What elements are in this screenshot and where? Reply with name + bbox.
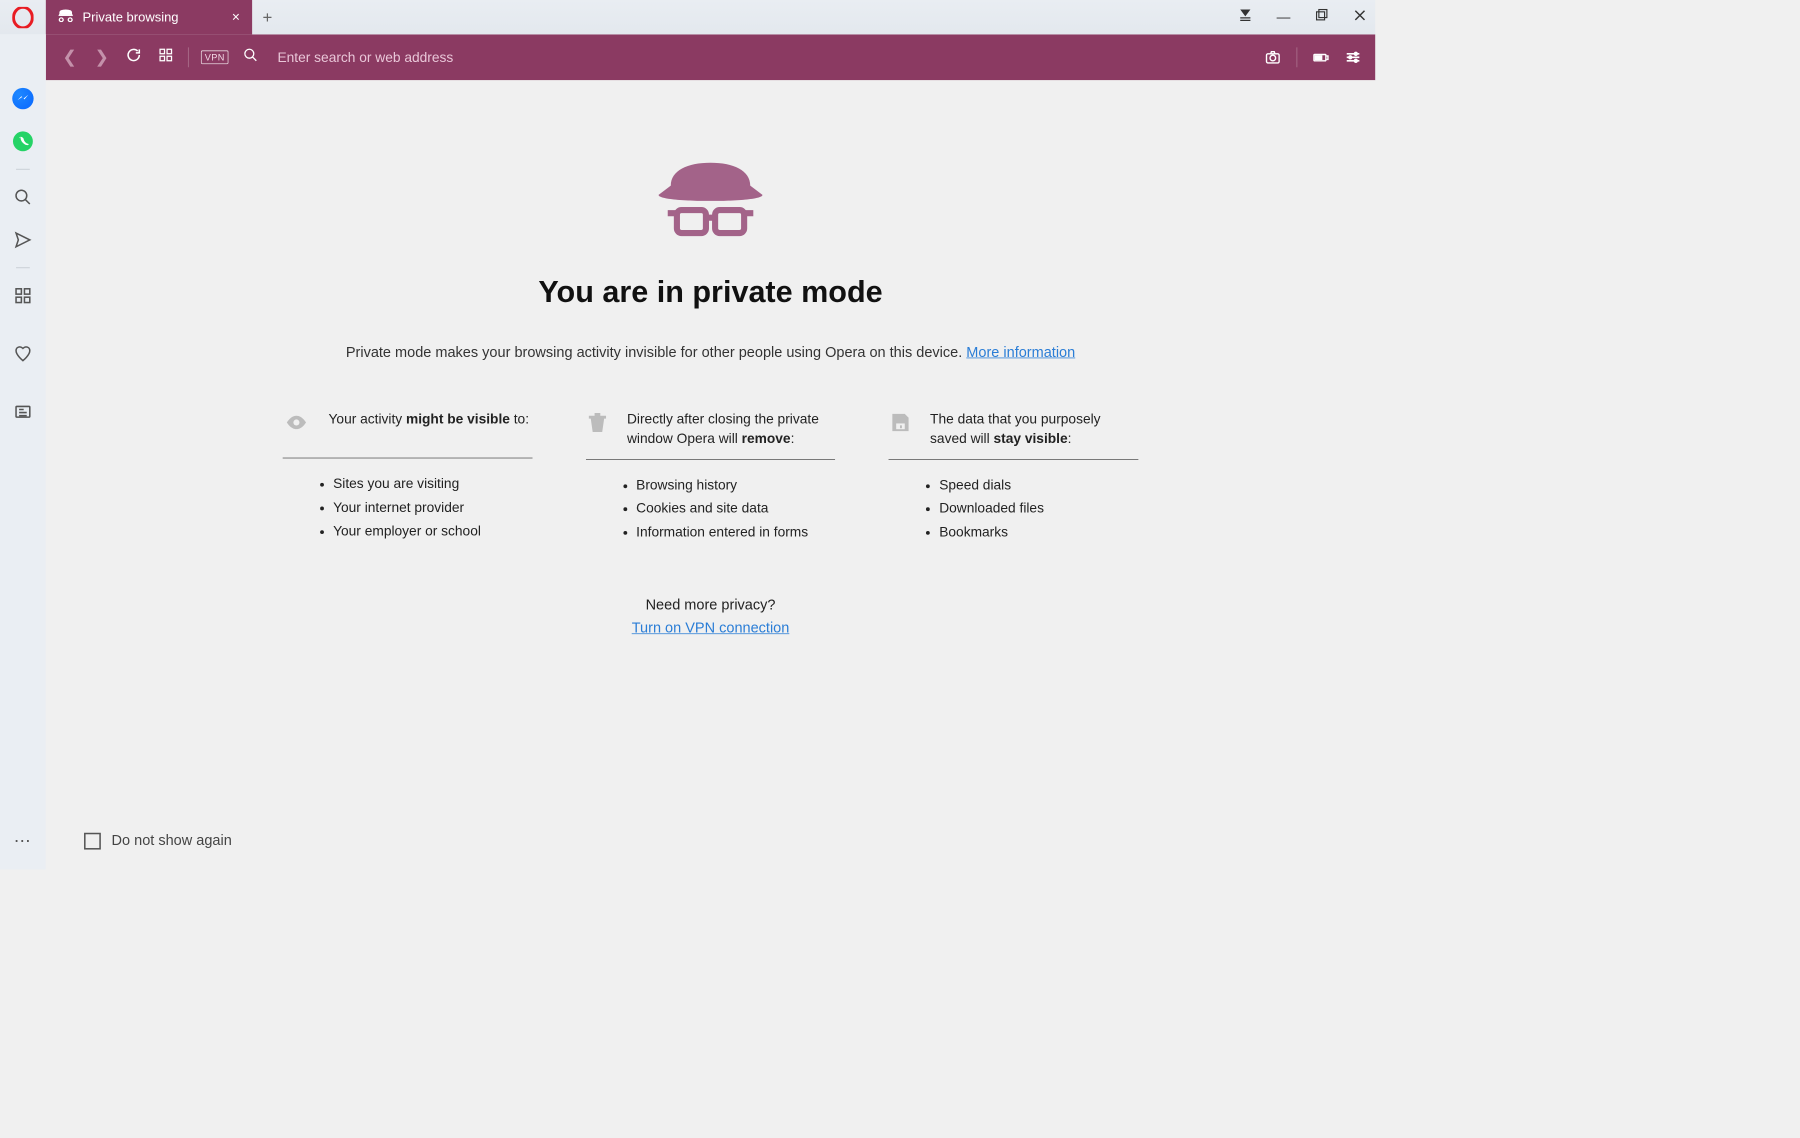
vpn-prompt: Need more privacy? bbox=[283, 597, 1139, 614]
reload-button[interactable] bbox=[124, 47, 144, 68]
sidebar-more-icon[interactable]: ⋯ bbox=[14, 831, 32, 851]
save-disk-icon bbox=[889, 410, 912, 434]
page-subtitle: Private mode makes your browsing activit… bbox=[283, 342, 1139, 364]
back-button[interactable]: ❮ bbox=[60, 47, 80, 67]
send-icon[interactable] bbox=[12, 229, 33, 250]
sidebar-separator bbox=[16, 169, 30, 170]
page-title: You are in private mode bbox=[283, 275, 1139, 309]
news-icon[interactable] bbox=[12, 401, 33, 422]
visibility-column: Your activity might be visible to: Sites… bbox=[283, 410, 533, 544]
new-tab-button[interactable]: + bbox=[252, 0, 283, 34]
close-tab-icon[interactable]: × bbox=[232, 9, 240, 25]
search-icon[interactable] bbox=[12, 186, 33, 207]
list-item: Speed dials bbox=[939, 474, 1138, 497]
messenger-icon[interactable] bbox=[12, 88, 33, 109]
vpn-badge[interactable]: VPN bbox=[201, 50, 229, 64]
list-item: Bookmarks bbox=[939, 520, 1138, 543]
divider bbox=[188, 47, 189, 67]
list-item: Your internet provider bbox=[333, 496, 532, 519]
tab-title: Private browsing bbox=[83, 10, 179, 25]
saved-column: The data that you purposely saved will s… bbox=[889, 410, 1139, 544]
divider bbox=[1297, 47, 1298, 67]
address-search-icon[interactable] bbox=[241, 47, 261, 67]
incognito-hat-icon bbox=[58, 8, 73, 26]
list-item: Information entered in forms bbox=[636, 520, 835, 543]
address-input[interactable] bbox=[273, 49, 1252, 65]
page-content: You are in private mode Private mode mak… bbox=[46, 80, 1375, 869]
forward-button[interactable]: ❯ bbox=[92, 47, 112, 67]
remove-column: Directly after closing the private windo… bbox=[586, 410, 836, 544]
private-mode-icon bbox=[657, 157, 764, 245]
turn-on-vpn-link[interactable]: Turn on VPN connection bbox=[632, 620, 790, 636]
list-item: Browsing history bbox=[636, 474, 835, 497]
heart-icon[interactable] bbox=[12, 343, 33, 364]
speed-dial-button[interactable] bbox=[156, 47, 176, 67]
easy-setup-icon[interactable] bbox=[1345, 49, 1362, 66]
sidebar: ⋯ bbox=[0, 34, 46, 869]
titlebar: Private browsing × + — bbox=[0, 0, 1375, 34]
opera-logo-icon[interactable] bbox=[0, 0, 46, 34]
minimize-button[interactable]: — bbox=[1274, 9, 1292, 25]
battery-saver-icon[interactable] bbox=[1313, 49, 1330, 66]
do-not-show-again-checkbox[interactable]: Do not show again bbox=[84, 833, 232, 850]
checkbox-box[interactable] bbox=[84, 833, 101, 850]
list-item: Downloaded files bbox=[939, 497, 1138, 520]
whatsapp-icon[interactable] bbox=[12, 131, 33, 152]
maximize-button[interactable] bbox=[1313, 8, 1331, 26]
list-item: Sites you are visiting bbox=[333, 472, 532, 495]
sidebar-separator bbox=[16, 267, 30, 268]
more-information-link[interactable]: More information bbox=[966, 345, 1075, 361]
downloads-indicator-icon[interactable] bbox=[1236, 8, 1254, 27]
speed-dial-icon[interactable] bbox=[12, 285, 33, 306]
list-item: Your employer or school bbox=[333, 519, 532, 542]
eye-icon bbox=[283, 410, 311, 434]
checkbox-label: Do not show again bbox=[112, 833, 232, 850]
snapshot-icon[interactable] bbox=[1264, 49, 1281, 66]
close-window-button[interactable] bbox=[1351, 8, 1369, 26]
list-item: Cookies and site data bbox=[636, 497, 835, 520]
window-controls: — bbox=[1236, 0, 1369, 34]
trash-icon bbox=[586, 410, 609, 434]
address-bar: ❮ ❯ VPN bbox=[46, 34, 1375, 80]
browser-tab[interactable]: Private browsing × bbox=[46, 0, 252, 34]
